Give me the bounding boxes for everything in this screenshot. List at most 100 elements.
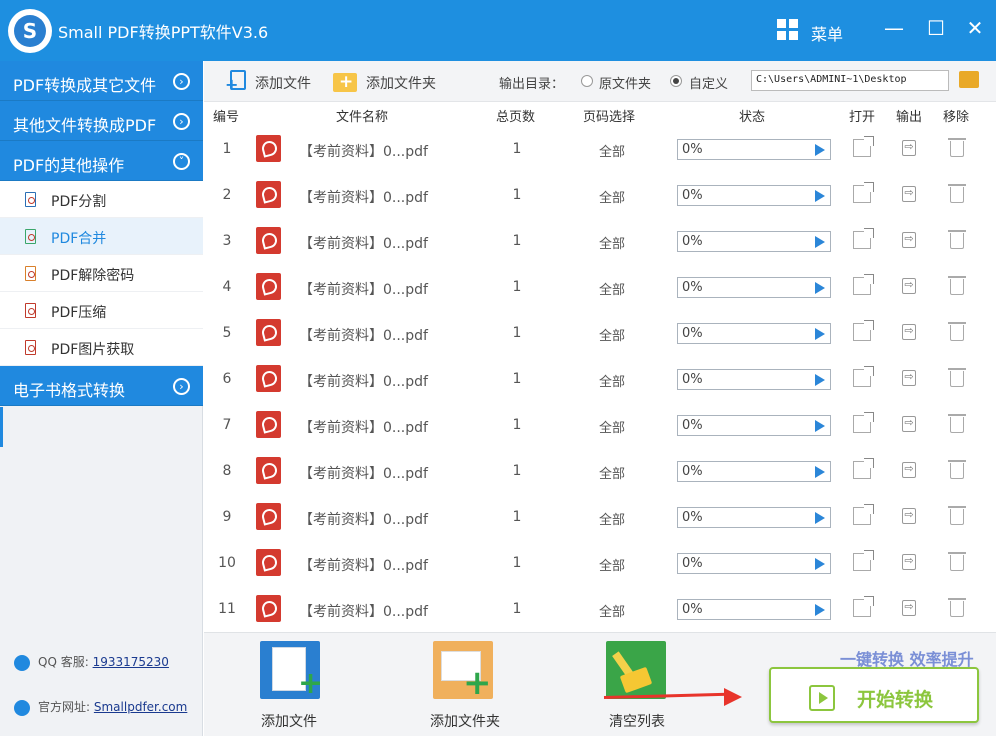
browse-folder-icon[interactable] bbox=[959, 71, 979, 88]
play-icon[interactable] bbox=[815, 558, 825, 570]
output-folder-icon[interactable]: ⇨ bbox=[902, 186, 916, 202]
output-folder-icon[interactable]: ⇨ bbox=[902, 232, 916, 248]
open-file-icon[interactable] bbox=[853, 136, 874, 157]
output-folder-icon[interactable]: ⇨ bbox=[902, 416, 916, 432]
play-icon[interactable] bbox=[815, 328, 825, 340]
page-range-select[interactable]: 全部 bbox=[589, 279, 635, 298]
sidebar-item-pdf-split[interactable]: PDF分割 bbox=[0, 181, 203, 218]
table-row[interactable]: 7 【考前资料】0...pdf 1 全部 0% ⇨ bbox=[204, 402, 996, 448]
add-folder-large-button[interactable]: 添加文件夹 bbox=[430, 711, 500, 731]
close-button[interactable]: ✕ bbox=[961, 14, 989, 42]
output-path-input[interactable]: C:\Users\ADMINI~1\Desktop bbox=[751, 70, 949, 91]
page-range-select[interactable]: 全部 bbox=[589, 509, 635, 528]
page-range-select[interactable]: 全部 bbox=[589, 233, 635, 252]
trash-icon[interactable] bbox=[948, 552, 966, 571]
open-file-icon[interactable] bbox=[853, 366, 874, 387]
output-folder-icon[interactable]: ⇨ bbox=[902, 462, 916, 478]
open-file-icon[interactable] bbox=[853, 182, 874, 203]
sidebar-category-ebook-convert[interactable]: 电子书格式转换 › bbox=[0, 366, 203, 406]
add-folder-large-icon[interactable]: + bbox=[433, 641, 493, 700]
radio-original-folder[interactable] bbox=[581, 75, 593, 87]
play-icon[interactable] bbox=[815, 604, 825, 616]
page-range-select[interactable]: 全部 bbox=[589, 325, 635, 344]
output-folder-icon[interactable]: ⇨ bbox=[902, 278, 916, 294]
play-icon[interactable] bbox=[815, 374, 825, 386]
output-folder-icon[interactable]: ⇨ bbox=[902, 554, 916, 570]
trash-icon[interactable] bbox=[948, 184, 966, 203]
open-file-icon[interactable] bbox=[853, 458, 874, 479]
output-folder-icon[interactable]: ⇨ bbox=[902, 140, 916, 156]
page-range-select[interactable]: 全部 bbox=[589, 371, 635, 390]
play-icon[interactable] bbox=[815, 190, 825, 202]
play-icon[interactable] bbox=[815, 236, 825, 248]
start-convert-button[interactable]: 开始转换 bbox=[769, 667, 979, 723]
open-file-icon[interactable] bbox=[853, 504, 874, 525]
open-file-icon[interactable] bbox=[853, 412, 874, 433]
add-file-icon[interactable] bbox=[225, 70, 246, 94]
table-row[interactable]: 11 【考前资料】0...pdf 1 全部 0% ⇨ bbox=[204, 586, 996, 632]
output-folder-icon[interactable]: ⇨ bbox=[902, 370, 916, 386]
menu-button[interactable]: 菜单 bbox=[811, 21, 843, 45]
sidebar-category-pdf-to-other[interactable]: PDF转换成其它文件 › bbox=[0, 61, 203, 101]
qq-link[interactable]: 1933175230 bbox=[93, 655, 169, 669]
table-row[interactable]: 6 【考前资料】0...pdf 1 全部 0% ⇨ bbox=[204, 356, 996, 402]
clear-list-button[interactable]: 清空列表 bbox=[609, 711, 665, 731]
table-row[interactable]: 8 【考前资料】0...pdf 1 全部 0% ⇨ bbox=[204, 448, 996, 494]
add-file-large-button[interactable]: 添加文件 bbox=[261, 711, 317, 731]
add-folder-button[interactable]: 添加文件夹 bbox=[366, 73, 436, 93]
minimize-button[interactable]: — bbox=[880, 14, 908, 42]
trash-icon[interactable] bbox=[948, 460, 966, 479]
page-range-select[interactable]: 全部 bbox=[589, 463, 635, 482]
open-file-icon[interactable] bbox=[853, 550, 874, 571]
sidebar-item-pdf-image-extract[interactable]: PDF图片获取 bbox=[0, 329, 203, 366]
open-file-icon[interactable] bbox=[853, 274, 874, 295]
sidebar-category-other-to-pdf[interactable]: 其他文件转换成PDF › bbox=[0, 101, 203, 141]
play-icon[interactable] bbox=[815, 144, 825, 156]
table-row[interactable]: 5 【考前资料】0...pdf 1 全部 0% ⇨ bbox=[204, 310, 996, 356]
sidebar-item-pdf-compress[interactable]: PDF压缩 bbox=[0, 292, 203, 329]
trash-icon[interactable] bbox=[948, 230, 966, 249]
trash-icon[interactable] bbox=[948, 138, 966, 157]
maximize-button[interactable]: ☐ bbox=[922, 14, 950, 42]
trash-icon[interactable] bbox=[948, 368, 966, 387]
table-row[interactable]: 1 【考前资料】0...pdf 1 全部 0% ⇨ bbox=[204, 126, 996, 172]
page-range-select[interactable]: 全部 bbox=[589, 141, 635, 160]
menu-grid-icon[interactable] bbox=[777, 19, 799, 41]
website-link[interactable]: Smallpdfer.com bbox=[94, 700, 187, 714]
red-arrow-head-icon bbox=[724, 688, 742, 706]
radio-original-folder-label[interactable]: 原文件夹 bbox=[599, 73, 651, 92]
table-row[interactable]: 2 【考前资料】0...pdf 1 全部 0% ⇨ bbox=[204, 172, 996, 218]
add-folder-icon[interactable] bbox=[333, 72, 357, 92]
page-range-select[interactable]: 全部 bbox=[589, 555, 635, 574]
sidebar-item-pdf-merge[interactable]: PDF合并 bbox=[0, 218, 203, 255]
table-row[interactable]: 10 【考前资料】0...pdf 1 全部 0% ⇨ bbox=[204, 540, 996, 586]
open-file-icon[interactable] bbox=[853, 228, 874, 249]
clear-list-broom-icon[interactable] bbox=[606, 641, 666, 699]
open-file-icon[interactable] bbox=[853, 320, 874, 341]
table-row[interactable]: 9 【考前资料】0...pdf 1 全部 0% ⇨ bbox=[204, 494, 996, 540]
radio-custom[interactable] bbox=[670, 75, 682, 87]
play-icon[interactable] bbox=[815, 282, 825, 294]
sidebar-category-pdf-other-ops[interactable]: PDF的其他操作 ˅ bbox=[0, 141, 203, 181]
add-file-large-icon[interactable]: + bbox=[260, 641, 323, 699]
sidebar-item-pdf-unlock[interactable]: PDF解除密码 bbox=[0, 255, 203, 292]
output-folder-icon[interactable]: ⇨ bbox=[902, 324, 916, 340]
page-range-select[interactable]: 全部 bbox=[589, 187, 635, 206]
play-icon[interactable] bbox=[815, 512, 825, 524]
trash-icon[interactable] bbox=[948, 276, 966, 295]
trash-icon[interactable] bbox=[948, 322, 966, 341]
output-folder-icon[interactable]: ⇨ bbox=[902, 600, 916, 616]
page-range-select[interactable]: 全部 bbox=[589, 601, 635, 620]
trash-icon[interactable] bbox=[948, 598, 966, 617]
play-icon[interactable] bbox=[815, 466, 825, 478]
output-folder-icon[interactable]: ⇨ bbox=[902, 508, 916, 524]
play-icon[interactable] bbox=[815, 420, 825, 432]
page-range-select[interactable]: 全部 bbox=[589, 417, 635, 436]
open-file-icon[interactable] bbox=[853, 596, 874, 617]
add-file-button[interactable]: 添加文件 bbox=[255, 73, 311, 93]
radio-custom-label[interactable]: 自定义 bbox=[689, 73, 728, 92]
trash-icon[interactable] bbox=[948, 414, 966, 433]
table-row[interactable]: 4 【考前资料】0...pdf 1 全部 0% ⇨ bbox=[204, 264, 996, 310]
trash-icon[interactable] bbox=[948, 506, 966, 525]
table-row[interactable]: 3 【考前资料】0...pdf 1 全部 0% ⇨ bbox=[204, 218, 996, 264]
